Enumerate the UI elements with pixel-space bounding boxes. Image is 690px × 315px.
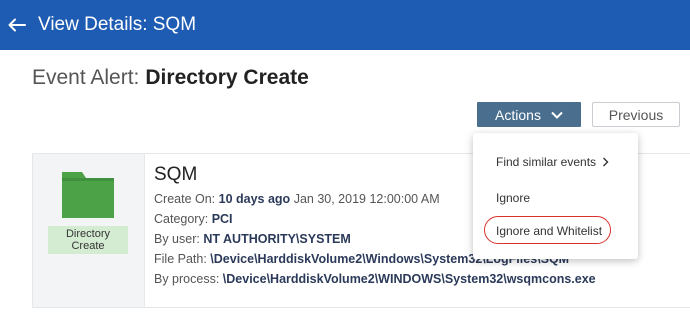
chevron-down-icon <box>551 111 563 119</box>
user-value[interactable]: NT AUTHORITY\SYSTEM <box>203 232 350 246</box>
create-on-relative: 10 days ago <box>218 192 291 206</box>
actions-dropdown-menu: Find similar events Ignore Ignore and Wh… <box>473 133 638 259</box>
create-on-date: Jan 30, 2019 12:00:00 AM <box>293 192 440 206</box>
process-value[interactable]: \Device\HarddiskVolume2\WINDOWS\System32… <box>223 272 596 286</box>
event-type-label: Directory Create <box>48 226 128 254</box>
arrow-left-icon <box>8 18 26 32</box>
page-title: View Details: SQM <box>38 14 197 35</box>
chevron-right-icon <box>603 157 609 167</box>
process-row: By process: \Device\HarddiskVolume2\WIND… <box>154 272 596 286</box>
category-value[interactable]: PCI <box>212 212 233 226</box>
actions-button-label: Actions <box>495 106 541 123</box>
event-alert-label: Event Alert: <box>32 66 140 89</box>
previous-button[interactable]: Previous <box>592 102 680 127</box>
event-alert-heading: Event Alert: Directory Create <box>32 66 309 90</box>
menu-item-ignore[interactable]: Ignore <box>496 191 530 205</box>
event-icon-panel: Directory Create <box>33 154 145 307</box>
previous-button-label: Previous <box>608 106 664 123</box>
folder-icon <box>62 172 114 218</box>
event-alert-value: Directory Create <box>145 66 309 89</box>
back-button[interactable] <box>2 0 32 50</box>
menu-item-ignore-and-whitelist[interactable]: Ignore and Whitelist <box>496 224 602 238</box>
actions-button[interactable]: Actions <box>477 102 581 127</box>
menu-item-find-similar-events[interactable]: Find similar events <box>496 155 609 169</box>
app-header: View Details: SQM <box>0 0 690 50</box>
